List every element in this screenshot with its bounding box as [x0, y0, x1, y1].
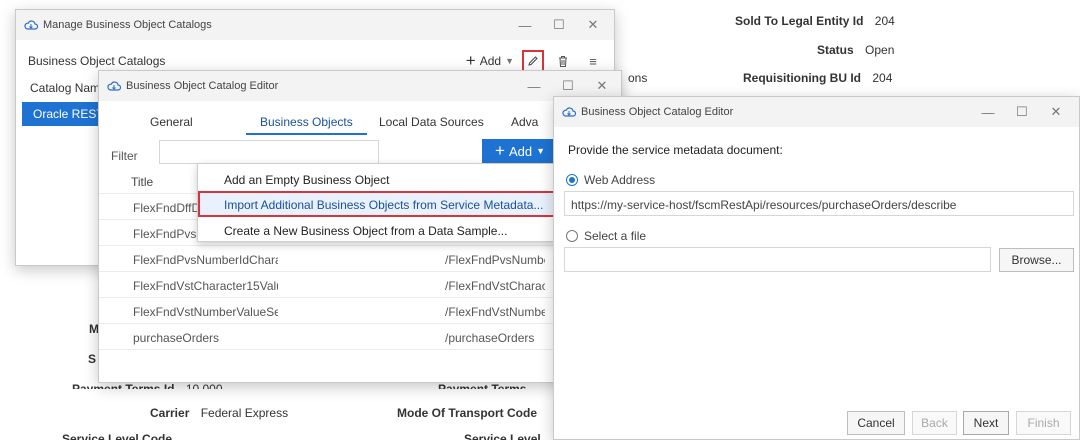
object-title: purchaseOrders [133, 331, 220, 345]
maximize-icon[interactable]: ☐ [542, 10, 576, 40]
field-value: Open [865, 43, 895, 57]
tab-local-data-sources[interactable]: Local Data Sources [379, 115, 484, 129]
minimize-icon[interactable]: — [508, 10, 542, 40]
cloud-app-icon [562, 106, 576, 118]
window-controls: — ☐ ✕ [971, 97, 1073, 127]
window-title: Business Object Catalog Editor [126, 80, 279, 92]
chevron-down-icon: ▼ [505, 56, 514, 66]
minimize-icon[interactable]: — [971, 97, 1005, 127]
radio-label: Web Address [584, 173, 656, 187]
fragment-text: ons [628, 71, 648, 85]
sold-to-legal-entity-field: Sold To Legal Entity Id 204 [735, 14, 895, 28]
plus-icon: + [495, 141, 505, 160]
field-value: Federal Express [200, 406, 289, 420]
payment-terms-field: Payment Terms [438, 382, 527, 396]
field-value: 204 [872, 71, 893, 85]
mode-of-transport-field: Mode Of Transport Code [397, 406, 537, 420]
catalog-toolbar: + Add ▼ ≡ [466, 50, 604, 72]
service-level-code-field: Service Level Code [62, 432, 172, 440]
field-label: Payment Terms Id [72, 382, 175, 396]
add-catalog-button[interactable]: + Add ▼ [465, 51, 514, 70]
chevron-down-icon: ▼ [536, 146, 545, 156]
object-path: /purchaseOrders [445, 331, 535, 345]
field-label: Service Level Code [62, 432, 173, 440]
list-item[interactable]: FlexFndVstNumberValueSe/FlexFndVstNumber… [99, 298, 621, 324]
list-item[interactable]: FlexFndVstCharacter15Valu/FlexFndVstChar… [99, 272, 621, 298]
object-title: FlexFndVstCharacter15Valu [133, 279, 278, 293]
carrier-field: Carrier Federal Express [150, 406, 288, 420]
field-value: 10,000 [185, 382, 223, 396]
title-bar[interactable]: Manage Business Object Catalogs — ☐ ✕ [16, 10, 614, 40]
catalogs-header: Business Object Catalogs [28, 54, 166, 68]
tab-general[interactable]: General [150, 115, 193, 129]
object-path: /FlexFndVstNumberV [445, 305, 545, 319]
editor-tabs: General Business Objects Local Data Sour… [99, 111, 621, 137]
tab-business-objects[interactable]: Business Objects [246, 115, 367, 135]
cloud-app-icon [24, 19, 38, 31]
status-field: Status Open [817, 43, 894, 57]
ons-fragment: ons [628, 71, 647, 85]
close-icon[interactable]: ✕ [1039, 97, 1073, 127]
list-item[interactable]: purchaseOrders/purchaseOrders [99, 324, 621, 350]
close-icon[interactable]: ✕ [576, 10, 610, 40]
object-path: /FlexFndVstCharacte [445, 279, 545, 293]
plus-icon: + [465, 51, 476, 70]
cloud-app-icon [107, 80, 121, 92]
finish-button[interactable]: Finish [1016, 411, 1071, 435]
back-button[interactable]: Back [912, 411, 957, 435]
field-label: Service Level [464, 432, 541, 440]
filter-label: Filter [111, 149, 138, 163]
add-label: Add [508, 143, 533, 159]
filter-input[interactable] [159, 140, 379, 164]
trash-icon[interactable] [552, 50, 574, 72]
menu-item-import-service-metadata[interactable]: Import Additional Business Objects from … [198, 191, 556, 217]
service-metadata-window: Business Object Catalog Editor — ☐ ✕ Pro… [553, 96, 1080, 440]
requisitioning-bu-field: Requisitioning BU Id 204 [743, 71, 892, 85]
payment-terms-id-field: Payment Terms Id 10,000 [72, 382, 223, 396]
web-address-input[interactable]: https://my-service-host/fscmRestApi/reso… [564, 191, 1074, 216]
menu-item-add-empty[interactable]: Add an Empty Business Object [198, 166, 556, 192]
metadata-prompt: Provide the service metadata document: [568, 143, 783, 157]
fragment-text: S [88, 352, 97, 366]
browse-button[interactable]: Browse... [999, 248, 1074, 272]
menu-item-create-from-sample[interactable]: Create a New Business Object from a Data… [198, 217, 556, 243]
radio-label: Select a file [584, 229, 647, 243]
field-label: Carrier [150, 406, 190, 420]
object-title: FlexFndVstNumberValueSe [133, 305, 278, 319]
list-item[interactable]: FlexFndPvsNumberIdChara/FlexFndPvsNumber… [99, 246, 621, 272]
service-level-field: Service Level [464, 432, 541, 440]
add-label: Add [479, 54, 502, 68]
field-label: Sold To Legal Entity Id [735, 14, 864, 28]
object-title: FlexFndPvsNumberIdChara [133, 253, 278, 267]
window-title: Manage Business Object Catalogs [43, 19, 212, 31]
maximize-icon[interactable]: ☐ [1005, 97, 1039, 127]
title-bar[interactable]: Business Object Catalog Editor — ☐ ✕ [99, 71, 621, 101]
cancel-button[interactable]: Cancel [847, 411, 905, 435]
edit-pencil-icon[interactable] [522, 50, 544, 72]
window-title: Business Object Catalog Editor [581, 106, 734, 118]
select-file-radio[interactable]: Select a file [566, 229, 646, 243]
minimize-icon[interactable]: — [517, 71, 551, 101]
radio-selected-icon [566, 174, 578, 186]
web-address-radio[interactable]: Web Address [566, 173, 655, 187]
next-button[interactable]: Next [963, 411, 1009, 435]
radio-unselected-icon [566, 230, 578, 242]
s-fragment: S [88, 352, 96, 366]
tab-advanced[interactable]: Adva [511, 115, 538, 129]
menu-lines-icon[interactable]: ≡ [582, 50, 604, 72]
add-dropdown-menu: Add an Empty Business Object Import Addi… [197, 163, 557, 242]
field-value: 204 [874, 14, 895, 28]
window-controls: — ☐ ✕ [508, 10, 610, 40]
file-path-input[interactable] [564, 247, 991, 272]
field-label: Payment Terms [438, 382, 527, 396]
title-bar[interactable]: Business Object Catalog Editor — ☐ ✕ [554, 97, 1079, 127]
add-business-object-button[interactable]: + Add ▼ [482, 139, 558, 163]
field-label: Mode Of Transport Code [397, 406, 538, 420]
field-label: Status [817, 43, 854, 57]
object-path: /FlexFndPvsNumberI [445, 253, 545, 267]
catalog-name-header: Catalog Name [30, 81, 107, 95]
field-label: Requisitioning BU Id [743, 71, 861, 85]
